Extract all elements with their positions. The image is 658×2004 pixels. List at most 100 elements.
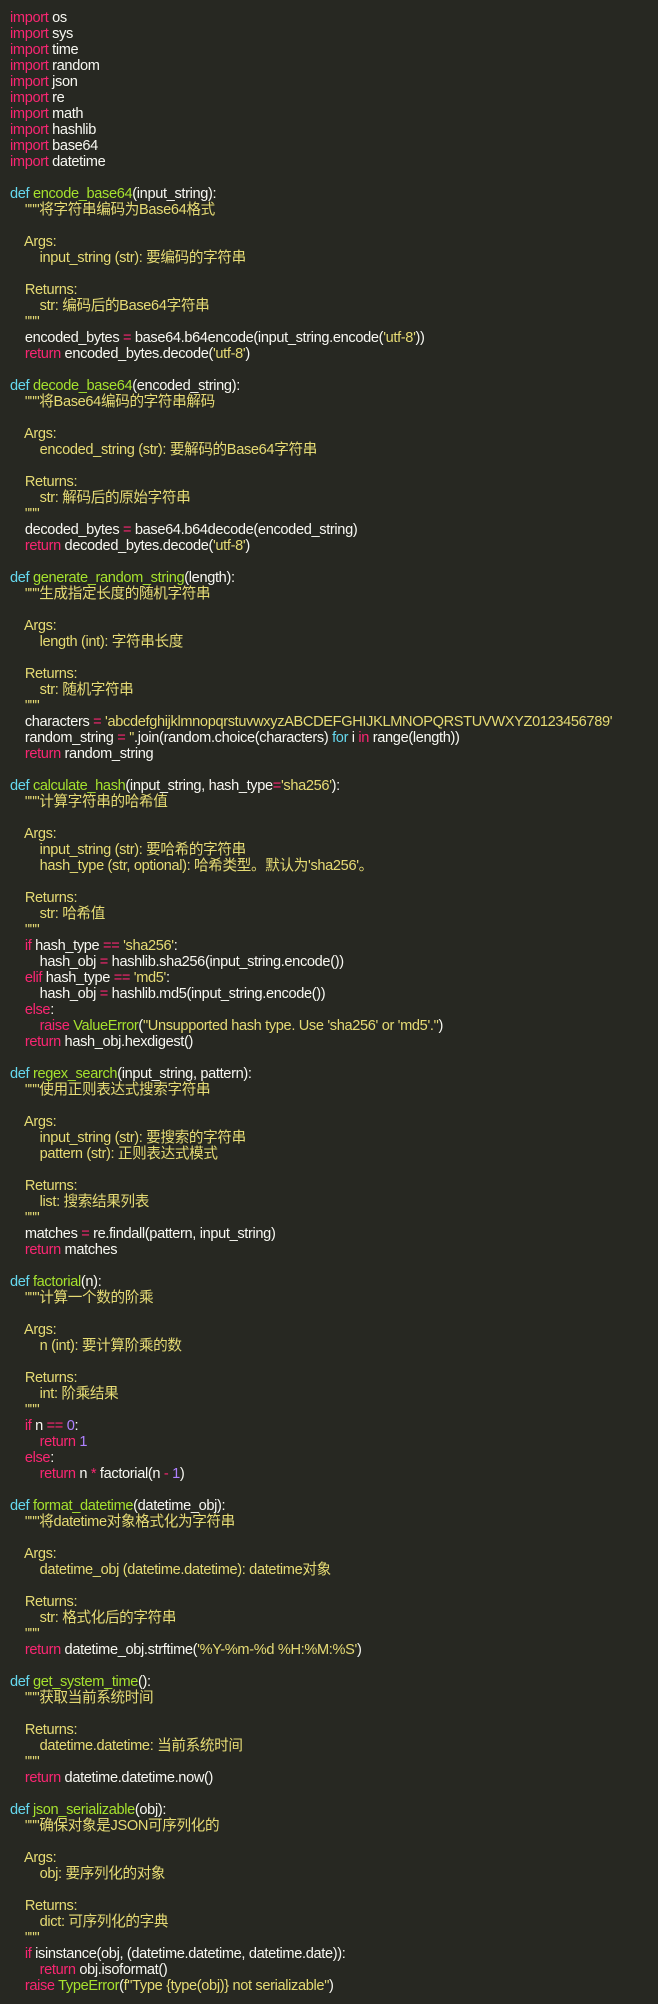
- code-token: matches: [10, 1226, 82, 1242]
- code-token: base64.b64decode(encoded_string): [131, 522, 358, 538]
- code-token: else: [10, 1002, 51, 1018]
- code-line: matches = re.findall(pattern, input_stri…: [10, 1226, 658, 1242]
- code-token: def: [10, 1674, 33, 1690]
- code-line: hash_obj = hashlib.md5(input_string.enco…: [10, 986, 658, 1002]
- code-line: return obj.isoformat(): [10, 1962, 658, 1978]
- code-line: """使用正则表达式搜索字符串: [10, 1082, 658, 1098]
- code-token: 'utf-8': [212, 538, 246, 554]
- code-token: ValueError: [73, 1018, 139, 1034]
- code-token: def: [10, 1066, 33, 1082]
- code-line: import sys: [10, 26, 658, 42]
- code-line: Returns:: [10, 1178, 658, 1194]
- code-token: re: [48, 90, 65, 106]
- code-line: Returns:: [10, 474, 658, 490]
- code-line: return datetime_obj.strftime('%Y-%m-%d %…: [10, 1642, 658, 1658]
- code-token: ): [179, 1466, 185, 1482]
- code-line: str: 随机字符串: [10, 682, 658, 698]
- code-token: obj: 要序列化的对象: [10, 1866, 166, 1882]
- code-token: dict: 可序列化的字典: [10, 1914, 169, 1930]
- code-line: import datetime: [10, 154, 658, 170]
- code-token: """生成指定长度的随机字符串: [10, 586, 211, 602]
- code-line: Returns:: [10, 1370, 658, 1386]
- code-line: return datetime.datetime.now(): [10, 1770, 658, 1786]
- code-line: Args:: [10, 426, 658, 442]
- code-line: length (int): 字符串长度: [10, 634, 658, 650]
- code-line: Args:: [10, 1322, 658, 1338]
- code-token: return: [10, 538, 61, 554]
- code-token: TypeError: [58, 1978, 120, 1994]
- code-token: base64: [48, 138, 98, 154]
- code-token: =: [272, 778, 282, 794]
- code-token: n (int): 要计算阶乘的数: [10, 1338, 182, 1354]
- code-token: Args:: [10, 1546, 57, 1562]
- code-token: ):: [331, 778, 341, 794]
- code-token: n: [75, 1466, 91, 1482]
- code-token: Returns:: [10, 474, 78, 490]
- code-token: for: [332, 730, 349, 746]
- code-line: Returns:: [10, 666, 658, 682]
- code-token: import: [10, 106, 49, 122]
- code-line: """: [10, 922, 658, 938]
- code-line: def calculate_hash(input_string, hash_ty…: [10, 778, 658, 794]
- code-line: str: 编码后的Base64字符串: [10, 298, 658, 314]
- code-token: def: [10, 778, 33, 794]
- code-line: str: 格式化后的字符串: [10, 1610, 658, 1626]
- code-token: .join(random.choice(characters): [134, 730, 333, 746]
- code-token: list: 搜索结果列表: [10, 1194, 150, 1210]
- code-token: math: [48, 106, 84, 122]
- code-token: datetime.datetime: 当前系统时间: [10, 1738, 243, 1754]
- code-token: """获取当前系统时间: [10, 1690, 154, 1706]
- code-token: input_string (str): 要搜索的字符串: [10, 1130, 247, 1146]
- code-token: random_string: [60, 746, 154, 762]
- code-token: elif: [10, 970, 43, 986]
- code-token: :: [50, 1450, 54, 1466]
- code-token: ): [438, 1018, 443, 1034]
- code-line: Returns:: [10, 1594, 658, 1610]
- code-token: """确保对象是JSON可序列化的: [10, 1818, 220, 1834]
- code-token: json: [48, 74, 78, 90]
- code-editor[interactable]: import os import sys import time import ran…: [0, 0, 658, 2004]
- code-line: str: 哈希值: [10, 906, 658, 922]
- code-token: """: [10, 698, 40, 714]
- code-line: Args:: [10, 1850, 658, 1866]
- code-token: Args:: [10, 1322, 57, 1338]
- code-token: Returns:: [10, 890, 78, 906]
- code-token: format_datetime: [32, 1498, 134, 1514]
- code-token: import: [10, 42, 49, 58]
- code-token: )): [415, 330, 425, 346]
- code-token: (input_string):: [132, 186, 217, 202]
- code-line: import json: [10, 74, 658, 90]
- code-token: def: [10, 1274, 33, 1290]
- code-token: pattern (str): 正则表达式模式: [10, 1146, 218, 1162]
- code-token: import: [10, 138, 49, 154]
- code-token: Returns:: [10, 1898, 78, 1914]
- code-token: time: [48, 42, 79, 58]
- code-token: hash_type: [31, 938, 104, 954]
- code-token: return: [10, 1770, 61, 1786]
- code-line: Returns:: [10, 1898, 658, 1914]
- code-token: """: [10, 1210, 40, 1226]
- code-token: def: [10, 1802, 33, 1818]
- code-token: (datetime_obj):: [133, 1498, 226, 1514]
- code-token: ==: [113, 970, 131, 986]
- code-token: int: 阶乘结果: [10, 1386, 119, 1402]
- code-token: (n):: [80, 1274, 102, 1290]
- code-line: """: [10, 1930, 658, 1946]
- code-token: hash_obj: [10, 954, 100, 970]
- code-token: """使用正则表达式搜索字符串: [10, 1082, 211, 1098]
- code-area[interactable]: import os import sys import time import ran…: [0, 10, 658, 1994]
- code-token: calculate_hash: [32, 778, 126, 794]
- code-token: Args:: [10, 1850, 57, 1866]
- code-line: Args:: [10, 826, 658, 842]
- code-token: """: [10, 314, 40, 330]
- code-line: datetime_obj (datetime.datetime): dateti…: [10, 1562, 658, 1578]
- code-token: """将Base64编码的字符串解码: [10, 394, 215, 410]
- code-token: ): [356, 1642, 362, 1658]
- code-token: regex_search: [32, 1066, 118, 1082]
- code-token: str: 随机字符串: [10, 682, 134, 698]
- code-line: return hash_obj.hexdigest(): [10, 1034, 658, 1050]
